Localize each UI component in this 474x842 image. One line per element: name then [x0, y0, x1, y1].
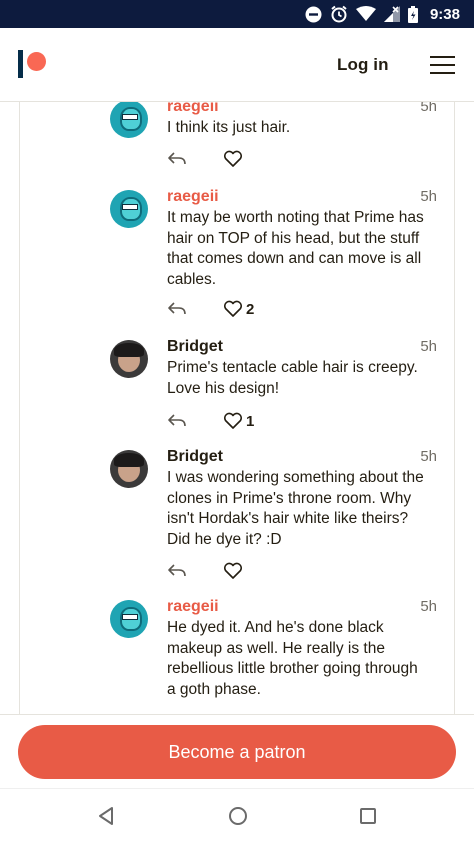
avatar[interactable]: [110, 340, 148, 378]
become-patron-button[interactable]: Become a patron: [18, 725, 456, 779]
hamburger-menu-icon[interactable]: [430, 56, 456, 74]
avatar[interactable]: [110, 600, 148, 638]
app-header: Log in: [0, 28, 474, 102]
comment-text: I think its just hair.: [167, 119, 291, 136]
comment: raegeii 5h He dyed it. And he's done bla…: [110, 598, 440, 710]
heart-icon[interactable]: [223, 150, 243, 168]
recents-icon[interactable]: [359, 806, 377, 826]
wifi-icon: [355, 6, 376, 21]
heart-icon[interactable]: [223, 562, 243, 580]
comment-text: It may be worth noting that Prime has ha…: [167, 209, 424, 288]
do-not-disturb-icon: [305, 6, 322, 22]
avatar[interactable]: [110, 190, 148, 228]
comment-time: 5h: [420, 598, 437, 615]
like-count: 2: [246, 301, 255, 318]
status-bar: 9:38: [0, 0, 474, 28]
heart-icon[interactable]: [223, 300, 243, 318]
avatar[interactable]: [110, 102, 148, 138]
signal-icon: [383, 6, 400, 22]
comment-time: 5h: [420, 102, 437, 115]
comment: raegeii 5h It may be worth noting that P…: [110, 188, 440, 320]
card-border: [454, 102, 455, 714]
status-time: 9:38: [429, 5, 460, 23]
battery-icon: [407, 5, 418, 23]
logo-bar: [18, 50, 23, 78]
comment-author[interactable]: Bridget: [167, 338, 223, 356]
like-count: 1: [246, 413, 255, 430]
avatar[interactable]: [110, 450, 148, 488]
comment-text: I was wondering something about the clon…: [167, 469, 424, 548]
card-border: [19, 102, 20, 714]
comment: Bridget 5h Prime's tentacle cable hair i…: [110, 338, 440, 430]
comment-time: 5h: [420, 188, 437, 205]
home-icon[interactable]: [228, 806, 248, 826]
comment: Bridget 5h I was wondering something abo…: [110, 448, 440, 580]
reply-icon[interactable]: [167, 150, 187, 168]
comment-text: Prime's tentacle cable hair is creepy. L…: [167, 359, 418, 397]
comment-author[interactable]: raegeii: [167, 598, 219, 616]
login-link[interactable]: Log in: [337, 55, 389, 75]
comment-author[interactable]: raegeii: [167, 102, 219, 116]
back-icon[interactable]: [97, 806, 115, 826]
comment-time: 5h: [420, 448, 437, 465]
reply-icon[interactable]: [167, 300, 187, 318]
logo-dot: [27, 52, 46, 71]
comment-author[interactable]: Bridget: [167, 448, 223, 466]
reply-icon[interactable]: [167, 412, 187, 430]
status-icons: 9:38: [305, 4, 460, 24]
cta-bar: Become a patron: [0, 714, 474, 788]
comments-feed[interactable]: raegeii 5h I think its just hair. raegei…: [0, 102, 474, 714]
comment: raegeii 5h I think its just hair.: [110, 102, 440, 180]
alarm-icon: [331, 5, 347, 23]
system-nav-bar: [0, 788, 474, 842]
comment-time: 5h: [420, 338, 437, 355]
reply-icon[interactable]: [167, 562, 187, 580]
comment-author[interactable]: raegeii: [167, 188, 219, 206]
heart-icon[interactable]: [223, 412, 243, 430]
comment-text: He dyed it. And he's done black makeup a…: [167, 619, 418, 698]
patreon-logo[interactable]: [18, 50, 48, 80]
